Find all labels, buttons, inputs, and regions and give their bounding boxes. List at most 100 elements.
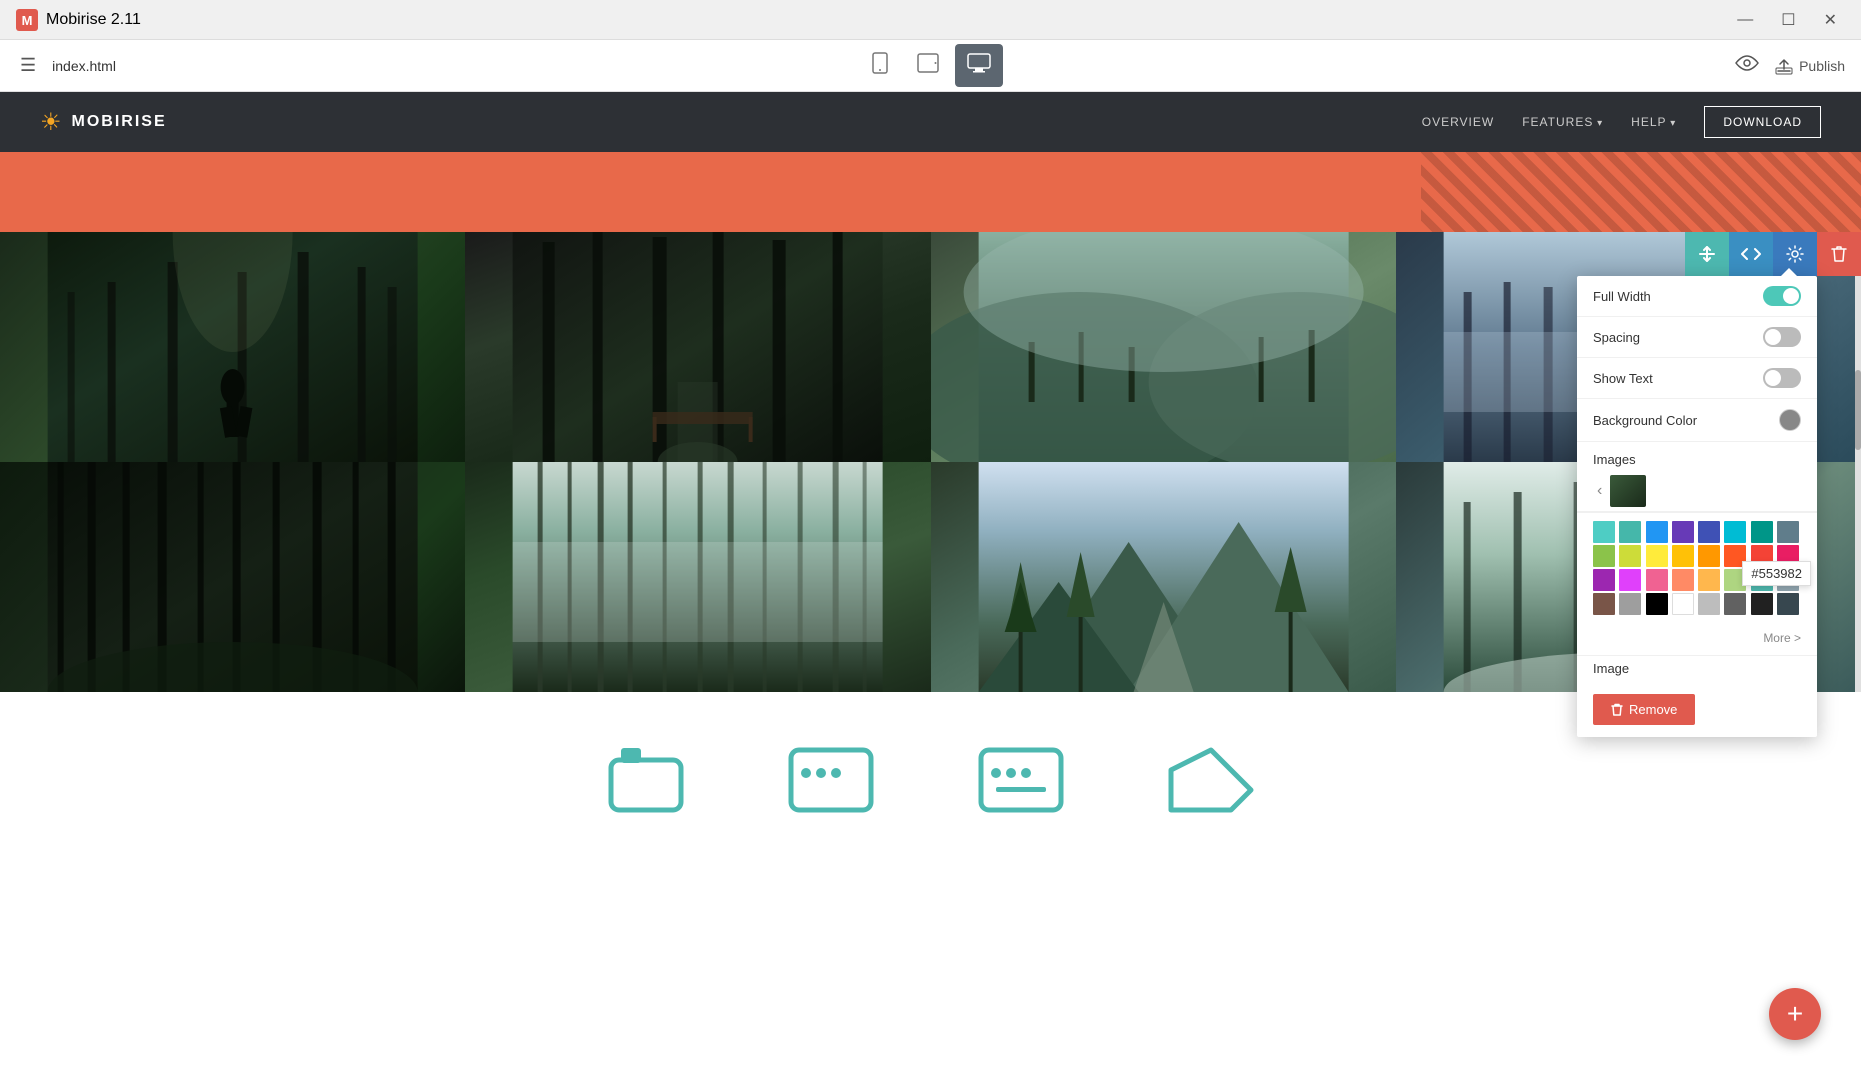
color-swatch[interactable] [1751, 521, 1773, 543]
nav-help[interactable]: HELP [1631, 115, 1676, 129]
color-swatch[interactable] [1646, 521, 1668, 543]
images-thumbs: ‹ [1593, 475, 1801, 507]
add-section-fab[interactable]: + [1769, 988, 1821, 1040]
remove-trash-icon [1611, 703, 1623, 717]
code-icon [1741, 246, 1761, 262]
color-swatch[interactable] [1698, 569, 1720, 591]
panel-arrow [1781, 268, 1797, 276]
remove-section: Remove [1577, 686, 1817, 737]
color-swatch[interactable] [1672, 545, 1694, 567]
color-hex-tooltip: #553982 [1742, 561, 1811, 586]
color-swatch[interactable] [1724, 593, 1746, 615]
settings-gear-icon [1786, 245, 1804, 263]
gallery-code-button[interactable] [1729, 232, 1773, 276]
gallery-image-6[interactable] [465, 462, 930, 692]
color-swatch[interactable] [1593, 521, 1615, 543]
gallery-arrows-button[interactable] [1685, 232, 1729, 276]
color-swatch[interactable] [1724, 521, 1746, 543]
color-swatch[interactable] [1777, 521, 1799, 543]
more-colors-button[interactable]: More > [1763, 631, 1801, 645]
icon-shape-2 [786, 745, 876, 820]
gallery-section: Full Width Spacing Show Text Backgroun [0, 232, 1861, 692]
color-swatch[interactable] [1698, 545, 1720, 567]
full-width-label: Full Width [1593, 289, 1651, 304]
publish-button[interactable]: Publish [1775, 57, 1845, 75]
desktop-view-button[interactable] [955, 44, 1003, 87]
show-text-toggle[interactable] [1763, 368, 1801, 388]
site-navbar: ☀ MOBIRISE OVERVIEW FEATURES HELP DOWNLO… [0, 92, 1861, 152]
sun-icon: ☀ [40, 108, 62, 137]
color-swatch[interactable] [1593, 569, 1615, 591]
color-swatch[interactable] [1646, 569, 1668, 591]
bg-color-row: Background Color [1577, 399, 1817, 442]
settings-panel: Full Width Spacing Show Text Backgroun [1577, 276, 1817, 737]
mobile-icon [871, 52, 889, 74]
gallery-image-5[interactable] [0, 462, 465, 692]
thumbnail-1[interactable] [1610, 475, 1646, 507]
hamburger-button[interactable]: ☰ [16, 51, 40, 80]
scrollbar-thumb[interactable] [1855, 370, 1861, 450]
color-swatch[interactable] [1619, 545, 1641, 567]
fab-plus-icon: + [1787, 998, 1803, 1030]
nav-features[interactable]: FEATURES [1522, 115, 1603, 129]
color-swatch[interactable] [1619, 521, 1641, 543]
color-palette-header: #553982 [1577, 512, 1817, 625]
color-swatch[interactable] [1593, 545, 1615, 567]
nav-overview[interactable]: OVERVIEW [1422, 115, 1494, 129]
icon-shape-3 [976, 745, 1066, 820]
mobile-view-button[interactable] [859, 44, 901, 87]
show-text-slider [1763, 368, 1801, 388]
gallery-delete-button[interactable] [1817, 232, 1861, 276]
toolbar-right: Publish [1735, 54, 1845, 77]
nav-download-button[interactable]: DOWNLOAD [1704, 106, 1821, 138]
remove-button[interactable]: Remove [1593, 694, 1695, 725]
color-swatch[interactable] [1672, 521, 1694, 543]
spacing-toggle[interactable] [1763, 327, 1801, 347]
image-label: Image [1593, 661, 1629, 676]
spacing-label: Spacing [1593, 330, 1640, 345]
gallery-image-1[interactable] [0, 232, 465, 462]
gallery-image-3[interactable] [931, 232, 1396, 462]
gallery-toolbar [1685, 232, 1861, 276]
color-swatch[interactable] [1619, 593, 1641, 615]
color-swatch[interactable] [1672, 593, 1694, 615]
color-swatch[interactable] [1698, 593, 1720, 615]
gallery-image-2[interactable] [465, 232, 930, 462]
arrows-icon [1697, 244, 1717, 264]
close-button[interactable]: ✕ [1816, 6, 1845, 34]
tablet-view-button[interactable] [905, 44, 951, 87]
trash-icon [1831, 245, 1847, 263]
app-title: Mobirise 2.11 [46, 11, 141, 29]
color-swatch[interactable] [1672, 569, 1694, 591]
gallery-image-7[interactable] [931, 462, 1396, 692]
minimize-button[interactable]: — [1729, 6, 1761, 34]
file-name: index.html [52, 58, 116, 74]
color-swatch[interactable] [1593, 593, 1615, 615]
maximize-button[interactable]: ☐ [1773, 6, 1803, 34]
upload-icon [1775, 57, 1793, 75]
color-swatch[interactable] [1698, 521, 1720, 543]
spacing-slider [1763, 327, 1801, 347]
color-swatch[interactable] [1646, 545, 1668, 567]
brand-name: MOBIRISE [72, 113, 167, 131]
preview-button[interactable] [1735, 54, 1759, 77]
thumb-prev-button[interactable]: ‹ [1593, 480, 1606, 502]
publish-label: Publish [1799, 58, 1845, 74]
bg-color-swatch[interactable] [1779, 409, 1801, 431]
images-section: Images ‹ [1577, 442, 1817, 512]
scrollbar[interactable] [1855, 232, 1861, 692]
svg-text:M: M [22, 13, 33, 28]
show-text-label: Show Text [1593, 371, 1653, 386]
color-swatch[interactable] [1777, 593, 1799, 615]
color-swatch[interactable] [1646, 593, 1668, 615]
color-swatch[interactable] [1619, 569, 1641, 591]
remove-label: Remove [1629, 702, 1677, 717]
full-width-toggle[interactable] [1763, 286, 1801, 306]
app-logo-icon: M [16, 9, 38, 31]
color-swatch[interactable] [1751, 593, 1773, 615]
color-hex-value: #553982 [1751, 566, 1802, 581]
tablet-icon [917, 52, 939, 74]
icon-shape-4 [1166, 745, 1256, 820]
desktop-icon [967, 52, 991, 74]
spacing-row: Spacing [1577, 317, 1817, 358]
